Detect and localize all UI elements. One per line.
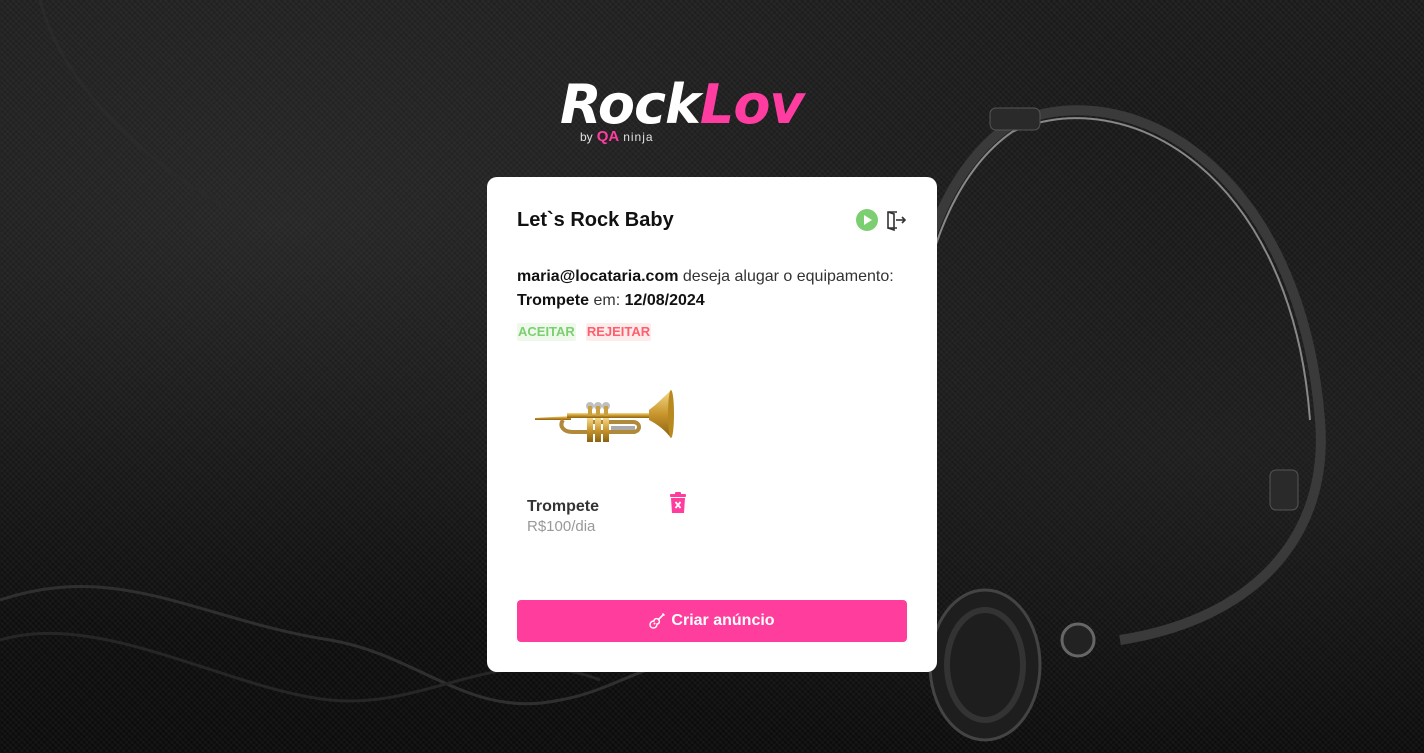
logo-lov-text: Lov [699, 73, 805, 136]
header-actions [855, 208, 907, 232]
request-em-label: em: [589, 292, 625, 309]
delete-trash-icon[interactable] [668, 491, 688, 515]
renter-email: maria@locataria.com [517, 268, 679, 285]
logout-icon[interactable] [883, 208, 907, 232]
logo-by-text: by [580, 129, 593, 144]
reject-button[interactable]: REJEITAR [585, 323, 652, 341]
rental-request-text: maria@locataria.com deseja alugar o equi… [517, 265, 907, 313]
equipment-name[interactable]: Trompete [527, 498, 599, 516]
equipment-price: R$100/dia [527, 518, 596, 535]
request-equipment: Trompete [517, 292, 590, 309]
accept-button[interactable]: ACEITAR [517, 323, 576, 341]
request-date: 12/08/2024 [624, 292, 705, 309]
trumpet-image [535, 390, 674, 442]
dashboard-card: Let`s Rock Baby maria@locataria.com dese… [487, 177, 937, 672]
logo-byline: by QA ninja [580, 128, 654, 145]
create-ad-label: Criar anúncio [671, 612, 775, 629]
create-ad-button[interactable]: Criar anúncio [517, 600, 907, 642]
logo-ninja-text: ninja [623, 129, 654, 144]
logo-rock-text: Rock [560, 73, 701, 136]
request-actions: ACEITAR REJEITAR [517, 323, 652, 341]
rocklov-logo: RockLov by QA ninja [560, 72, 870, 152]
qa-ninja-logo-icon: QA [596, 128, 620, 145]
play-icon[interactable] [855, 208, 879, 232]
request-message: deseja alugar o equipamento: [678, 268, 894, 285]
guitar-icon [649, 613, 666, 629]
card-title: Let`s Rock Baby [517, 209, 674, 231]
